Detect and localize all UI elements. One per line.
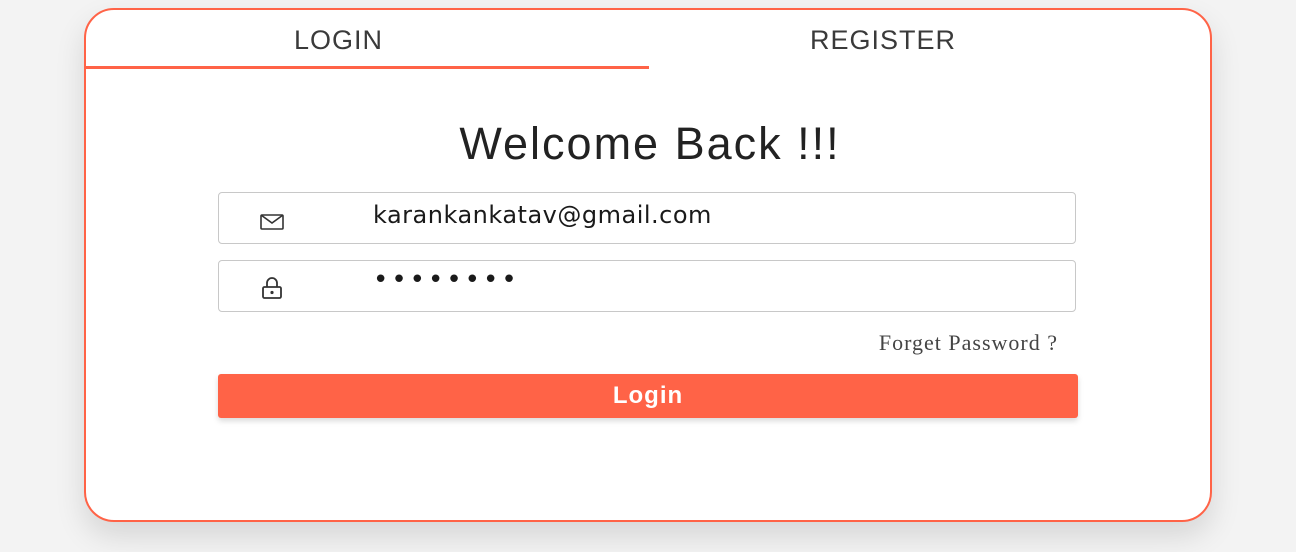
email-value: karankankatav@gmail.com — [373, 201, 712, 229]
lock-icon — [259, 275, 285, 301]
password-value: •••••••• — [373, 265, 520, 295]
tab-login[interactable]: LOGIN — [294, 20, 383, 60]
tab-register[interactable]: REGISTER — [810, 20, 956, 60]
mail-icon — [259, 207, 285, 233]
login-button[interactable]: Login — [218, 374, 1078, 418]
password-field[interactable]: •••••••• — [218, 260, 1076, 312]
email-field[interactable]: karankankatav@gmail.com — [218, 192, 1076, 244]
active-tab-indicator — [86, 66, 649, 69]
login-card: LOGIN REGISTER Welcome Back !!! karankan… — [84, 8, 1212, 522]
page-title: Welcome Back !!! — [459, 118, 841, 169]
auth-tabs: LOGIN REGISTER — [86, 10, 1210, 70]
forget-password-link[interactable]: Forget Password ? — [879, 330, 1058, 356]
